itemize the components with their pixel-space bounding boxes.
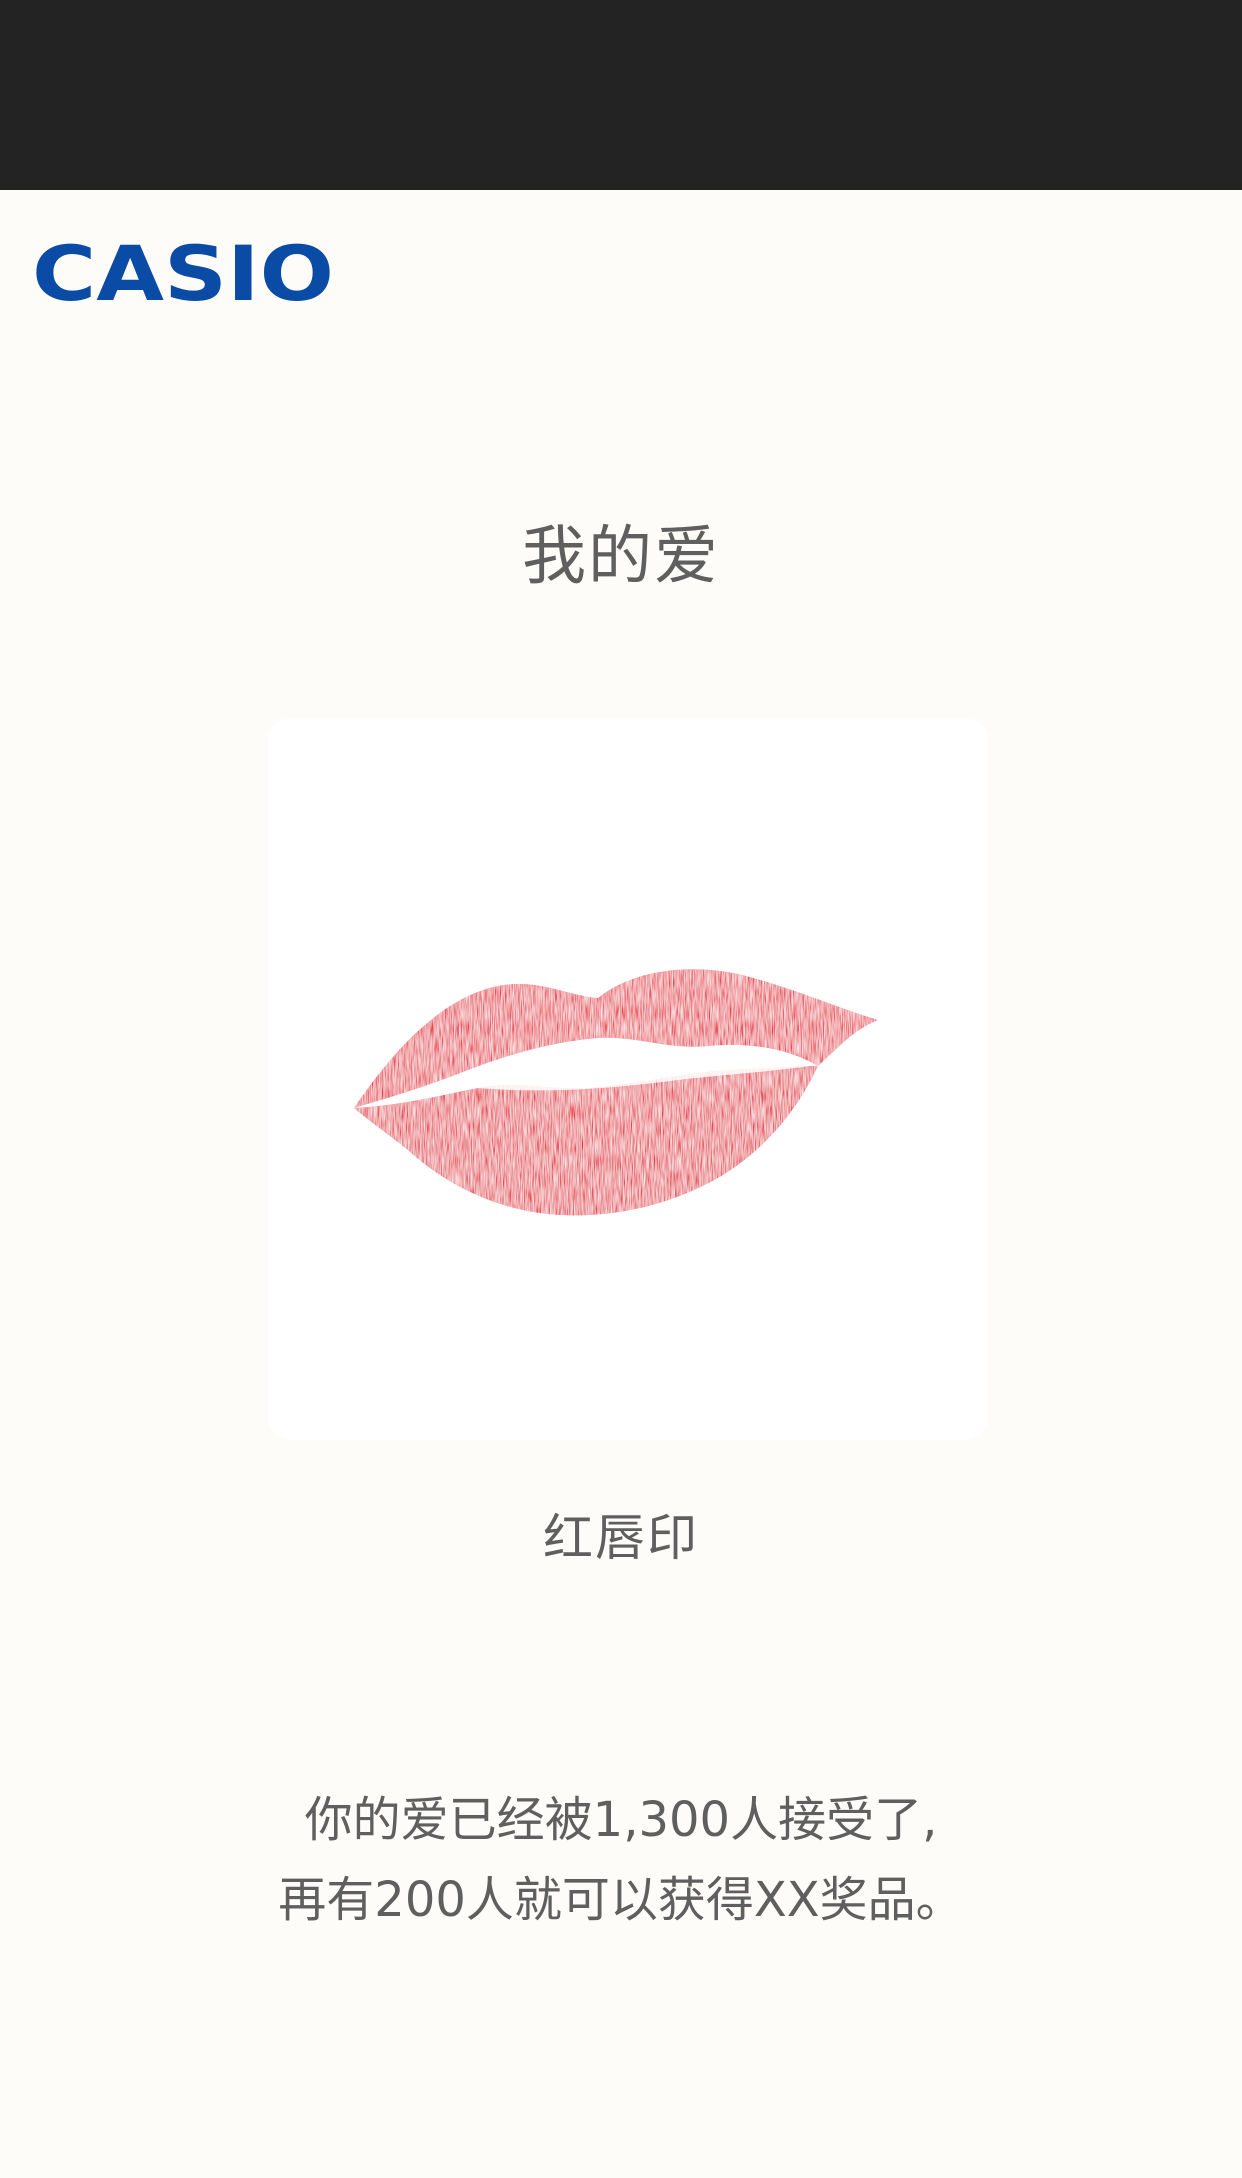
lip-print-card[interactable]	[268, 718, 988, 1440]
card-caption: 红唇印	[543, 1509, 699, 1567]
casio-logo: CASIO	[32, 238, 342, 310]
red-lips-icon	[348, 938, 888, 1238]
page-title: 我的爱	[522, 520, 720, 594]
message-line-2: 再有200人就可以获得XX奖品。	[278, 1872, 964, 1928]
acceptance-message: 你的爱已经被1,300人接受了, 再有200人就可以获得XX奖品。	[0, 1780, 1242, 1940]
status-bar	[0, 0, 1242, 190]
svg-text:CASIO: CASIO	[32, 238, 334, 310]
message-line-1: 你的爱已经被1,300人接受了,	[304, 1792, 938, 1848]
